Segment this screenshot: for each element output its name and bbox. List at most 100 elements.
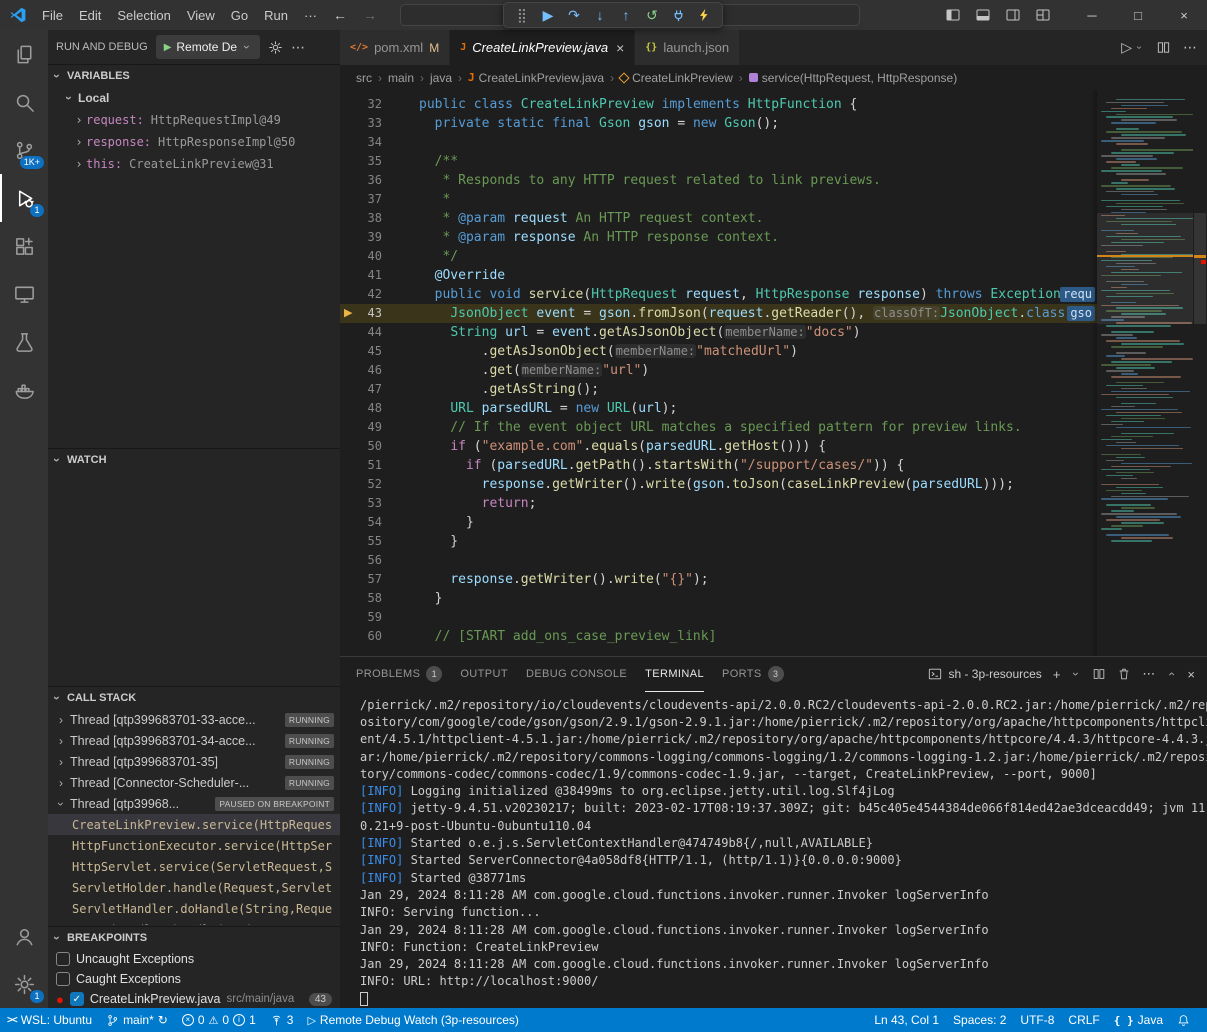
panel-tab-output[interactable]: OUTPUT [460,657,508,692]
code-line-57[interactable]: 57 response.getWriter().write("{}"); [340,570,1097,589]
line-number[interactable]: 46 [340,361,382,380]
code-line-50[interactable]: 50 if ("example.com".equals(parsedURL.ge… [340,437,1097,456]
restart-button[interactable]: ↺ [640,4,664,26]
code-line-48[interactable]: 48 URL parsedURL = new URL(url); [340,399,1097,418]
disconnect-button[interactable] [666,4,690,26]
breadcrumb-item[interactable]: java [430,71,452,85]
activity-settings[interactable]: 1 [0,960,48,1008]
activity-run-and-debug[interactable]: 1 [0,174,48,222]
customize-layout-button[interactable] [1035,7,1051,23]
breakpoint-checkbox[interactable] [56,972,70,986]
breakpoint-checkbox[interactable] [56,952,70,966]
code-line-35[interactable]: 35 /** [340,152,1097,171]
encoding[interactable]: UTF-8 [1013,1008,1061,1032]
stack-frame[interactable]: ScopedHandler.handle(String,Request, [48,919,340,925]
close-panel-icon[interactable]: × [1187,667,1195,682]
minimap-slider[interactable] [1097,213,1193,324]
start-debugging-icon[interactable]: ▶ [164,42,172,53]
menu-run[interactable]: Run [256,8,296,23]
tab-pom.xml[interactable]: </>pom.xmlM [340,30,450,65]
code-line-32[interactable]: 32public class CreateLinkPreview impleme… [340,95,1097,114]
remote-indicator[interactable]: >< WSL: Ubuntu [0,1008,99,1032]
line-number[interactable]: 37 [340,190,382,209]
line-number[interactable]: 34 [340,133,382,152]
code-line-39[interactable]: 39 * @param response An HTTP response co… [340,228,1097,247]
indentation[interactable]: Spaces: 2 [946,1008,1013,1032]
line-number[interactable]: 55 [340,532,382,551]
line-number[interactable]: 44 [340,323,382,342]
breakpoint-checkbox[interactable]: ✓ [70,992,84,1006]
stack-frame[interactable]: ServletHandler.doHandle(String,Reque [48,898,340,919]
code-line-38[interactable]: 38 * @param request An HTTP request cont… [340,209,1097,228]
run-java-button[interactable]: ▷› [1121,39,1144,56]
breadcrumb-item[interactable]: src [356,71,372,85]
call-stack-header[interactable]: › CALL STACK [48,687,340,709]
minimap[interactable] [1097,90,1193,656]
line-number[interactable]: 32 [340,95,382,114]
variables-scope[interactable]: ›Local [48,87,340,109]
line-number[interactable]: 36 [340,171,382,190]
maximize-button[interactable]: □ [1115,0,1161,30]
code-line-54[interactable]: 54 } [340,513,1097,532]
debug-launch-select[interactable]: ▶ Remote De › [156,35,260,59]
line-number[interactable]: 50 [340,437,382,456]
step-out-button[interactable]: ↑ [614,4,638,26]
terminal-output[interactable]: /pierrick/.m2/repository/io/cloudevents/… [340,692,1207,1008]
watch-header[interactable]: › WATCH [48,449,340,471]
code-line-52[interactable]: 52 response.getWriter().write(gson.toJso… [340,475,1097,494]
line-number[interactable]: 45 [340,342,382,361]
eol[interactable]: CRLF [1061,1008,1106,1032]
sidebar-more-icon[interactable]: ⋯ [291,39,305,56]
problems-indicator[interactable]: × 0 ⚠ 0 i 1 [175,1008,263,1032]
code-line-41[interactable]: 41 @Override [340,266,1097,285]
line-number[interactable]: 60 [340,627,382,646]
panel-tab-problems[interactable]: PROBLEMS1 [356,657,442,692]
code-line-34[interactable]: 34 [340,133,1097,152]
variables-header[interactable]: › VARIABLES [48,65,340,87]
debug-gear-icon[interactable] [268,40,283,55]
tab-launch.json[interactable]: {}launch.json [635,30,740,65]
minimize-button[interactable]: ─ [1069,0,1115,30]
line-number[interactable]: 33 [340,114,382,133]
variable-row[interactable]: ›response:HttpResponseImpl@50 [48,131,340,153]
line-number[interactable]: 58 [340,589,382,608]
activity-docker[interactable] [0,366,48,414]
callstack-thread[interactable]: ›Thread [qtp399683701-34-acce...RUNNING [48,730,340,751]
callstack-thread[interactable]: ›Thread [qtp399683701-33-acce...RUNNING [48,709,340,730]
split-terminal-button[interactable] [1092,667,1106,681]
code-line-45[interactable]: 45 .getAsJsonObject(memberName:"matchedU… [340,342,1097,361]
maximize-panel-icon[interactable]: › [1164,669,1178,679]
breakpoint-row[interactable]: Caught Exceptions [48,969,340,989]
line-number[interactable]: 59 [340,608,382,627]
code-line-59[interactable]: 59 [340,608,1097,627]
code-line-43[interactable]: 43▶ JsonObject event = gson.fromJson(req… [340,304,1097,323]
stack-frame[interactable]: HttpFunctionExecutor.service(HttpSer [48,835,340,856]
stack-frame[interactable]: ServletHolder.handle(Request,Servlet [48,877,340,898]
panel-tab-terminal[interactable]: TERMINAL [645,657,704,692]
code-line-40[interactable]: 40 */ [340,247,1097,266]
split-editor-button[interactable] [1156,40,1171,55]
branch-indicator[interactable]: main* ↻ [99,1008,175,1032]
callstack-thread[interactable]: ›Thread [qtp399683701-35]RUNNING [48,751,340,772]
continue-button[interactable]: ▶ [536,4,560,26]
panel-tab-debug-console[interactable]: DEBUG CONSOLE [526,657,627,692]
variable-row[interactable]: ›request:HttpRequestImpl@49 [48,109,340,131]
line-number[interactable]: 51 [340,456,382,475]
variable-row[interactable]: ›this:CreateLinkPreview@31 [48,153,340,175]
line-number[interactable]: 48 [340,399,382,418]
nav-back-icon[interactable]: ← [333,7,347,23]
activity-explorer[interactable] [0,30,48,78]
line-number[interactable]: 56 [340,551,382,570]
nav-forward-icon[interactable]: → [363,7,377,23]
toggle-primary-sidebar-button[interactable] [945,7,961,23]
line-number[interactable]: 53 [340,494,382,513]
panel-more-icon[interactable]: ⋯ [1142,666,1155,682]
scrollbar-thumb[interactable] [1194,213,1206,324]
sync-icon[interactable]: ↻ [158,1013,168,1027]
callstack-thread[interactable]: ›Thread [qtp39968...PAUSED ON BREAKPOINT [48,793,340,814]
line-number[interactable]: 41 [340,266,382,285]
code-line-60[interactable]: 60 // [START add_ons_case_preview_link] [340,627,1097,646]
line-number[interactable]: 52 [340,475,382,494]
editor-more-icon[interactable]: ⋯ [1183,39,1197,56]
code-line-49[interactable]: 49 // If the event object URL matches a … [340,418,1097,437]
